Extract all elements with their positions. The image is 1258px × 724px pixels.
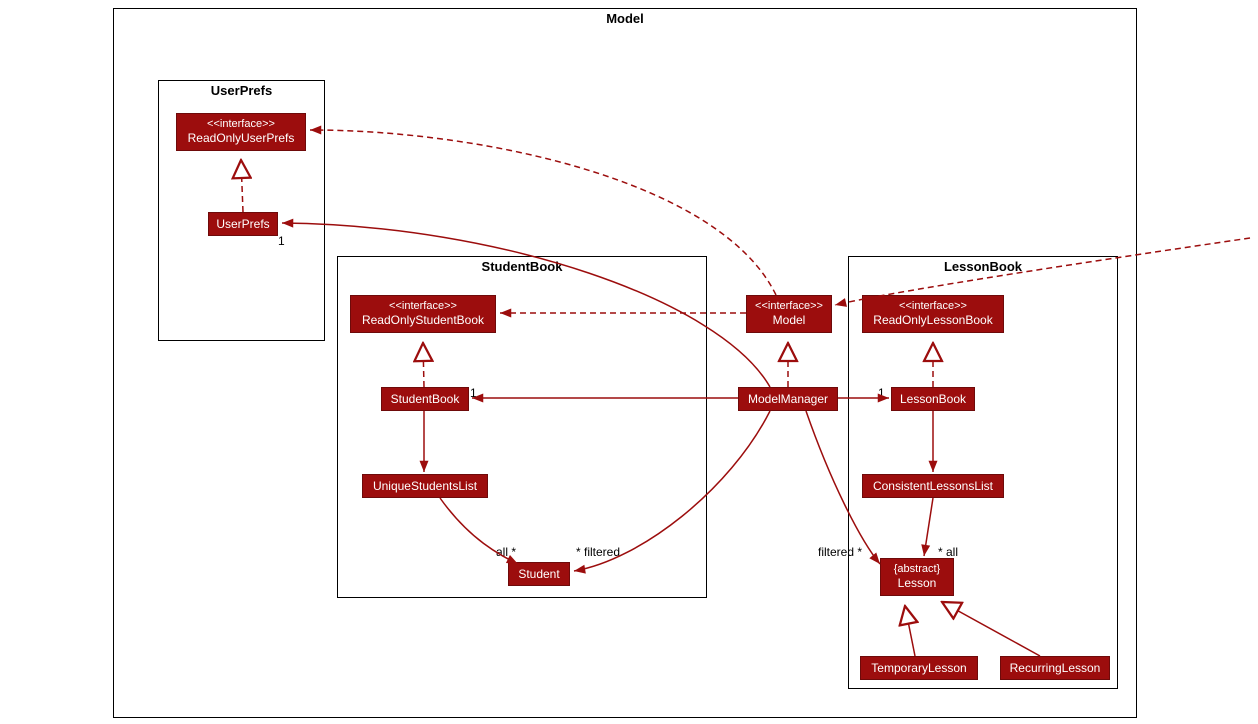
node-readonlylessonbook-name: ReadOnlyLessonBook bbox=[873, 313, 992, 327]
node-model-interface: <<interface>> Model bbox=[746, 295, 832, 333]
label-all-star-student: all * bbox=[496, 545, 516, 559]
node-lesson-stereo: {abstract} bbox=[887, 563, 947, 576]
node-lesson-name: Lesson bbox=[898, 576, 937, 590]
label-mm-to-userprefs-mult: 1 bbox=[278, 234, 285, 248]
node-consistentlessonslist-name: ConsistentLessonsList bbox=[873, 479, 993, 493]
package-studentbook-title: StudentBook bbox=[338, 257, 706, 278]
label-filtered-star-lesson: filtered * bbox=[818, 545, 862, 559]
node-student: Student bbox=[508, 562, 570, 586]
node-readonlyuserprefs: <<interface>> ReadOnlyUserPrefs bbox=[176, 113, 306, 151]
package-model-title: Model bbox=[114, 9, 1136, 30]
node-consistentlessonslist: ConsistentLessonsList bbox=[862, 474, 1004, 498]
node-readonlylessonbook: <<interface>> ReadOnlyLessonBook bbox=[862, 295, 1004, 333]
node-readonlyuserprefs-name: ReadOnlyUserPrefs bbox=[188, 131, 295, 145]
node-recurringlesson: RecurringLesson bbox=[1000, 656, 1110, 680]
node-uniquestudentslist: UniqueStudentsList bbox=[362, 474, 488, 498]
node-studentbook-name: StudentBook bbox=[391, 392, 460, 406]
node-readonlystudentbook-name: ReadOnlyStudentBook bbox=[362, 313, 484, 327]
label-all-star-lesson: * all bbox=[938, 545, 958, 559]
label-mm-to-studentbook-mult: 1 bbox=[470, 386, 477, 400]
node-modelmanager: ModelManager bbox=[738, 387, 838, 411]
node-model-interface-name: Model bbox=[773, 313, 806, 327]
node-readonlylessonbook-stereo: <<interface>> bbox=[869, 300, 997, 313]
node-lessonbook: LessonBook bbox=[891, 387, 975, 411]
node-uniquestudentslist-name: UniqueStudentsList bbox=[373, 479, 477, 493]
node-lesson: {abstract} Lesson bbox=[880, 558, 954, 596]
package-lessonbook-title: LessonBook bbox=[849, 257, 1117, 278]
node-userprefs-name: UserPrefs bbox=[216, 217, 269, 231]
node-readonlystudentbook-stereo: <<interface>> bbox=[357, 300, 489, 313]
label-mm-to-lessonbook-mult: 1 bbox=[878, 386, 885, 400]
node-studentbook: StudentBook bbox=[381, 387, 469, 411]
node-readonlystudentbook: <<interface>> ReadOnlyStudentBook bbox=[350, 295, 496, 333]
diagram-canvas: Model UserPrefs StudentBook LessonBook <… bbox=[0, 0, 1258, 724]
node-student-name: Student bbox=[518, 567, 559, 581]
node-model-interface-stereo: <<interface>> bbox=[753, 300, 825, 313]
node-modelmanager-name: ModelManager bbox=[748, 392, 828, 406]
node-recurringlesson-name: RecurringLesson bbox=[1010, 661, 1101, 675]
node-readonlyuserprefs-stereo: <<interface>> bbox=[183, 118, 299, 131]
node-userprefs: UserPrefs bbox=[208, 212, 278, 236]
label-filtered-star-student: * filtered bbox=[576, 545, 620, 559]
node-lessonbook-name: LessonBook bbox=[900, 392, 966, 406]
node-temporarylesson-name: TemporaryLesson bbox=[871, 661, 966, 675]
node-temporarylesson: TemporaryLesson bbox=[860, 656, 978, 680]
package-userprefs-title: UserPrefs bbox=[159, 81, 324, 102]
